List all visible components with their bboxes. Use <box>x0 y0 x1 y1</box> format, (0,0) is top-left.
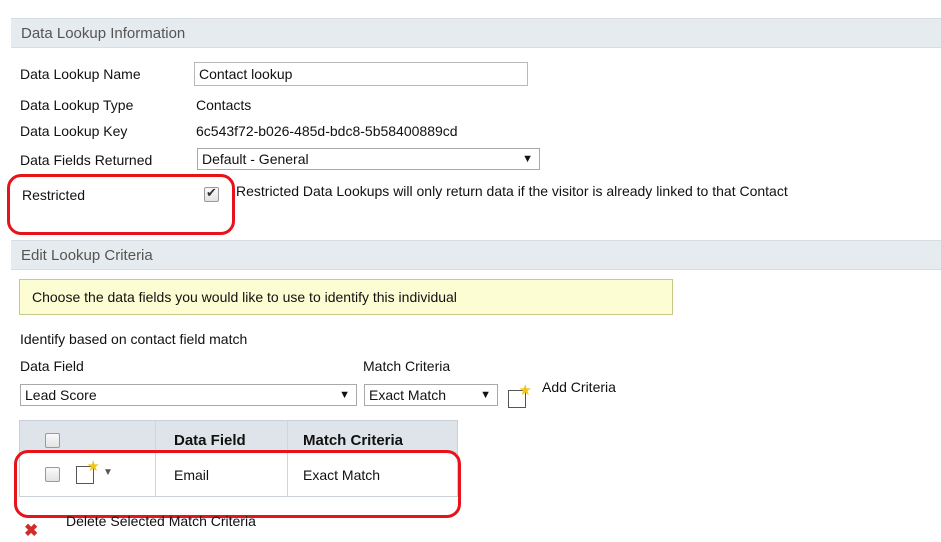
delete-icon[interactable]: ✖ <box>24 521 38 541</box>
dropdown-arrow-icon: ▼ <box>339 389 350 401</box>
data-field-select[interactable]: Lead Score ▼ <box>20 384 357 406</box>
restricted-description: Restricted Data Lookups will only return… <box>236 183 788 199</box>
table-header: Data Field Match Criteria <box>19 420 458 454</box>
delete-criteria-link[interactable]: Delete Selected Match Criteria <box>66 513 256 529</box>
note-star-icon[interactable]: ★ <box>508 382 532 408</box>
row-highlight <box>14 450 461 518</box>
add-criteria-link[interactable]: Add Criteria <box>542 379 616 395</box>
identify-label: Identify based on contact field match <box>20 331 248 347</box>
data-field-value: Lead Score <box>25 387 97 403</box>
select-all-checkbox[interactable] <box>45 433 60 448</box>
criteria-info-box: Choose the data fields you would like to… <box>19 279 673 315</box>
star-icon: ★ <box>518 382 532 399</box>
lookup-name-label: Data Lookup Name <box>20 66 141 82</box>
criteria-section-title: Edit Lookup Criteria <box>21 247 153 264</box>
info-section-header: Data Lookup Information <box>11 18 941 48</box>
match-criteria-label: Match Criteria <box>363 358 451 374</box>
dropdown-arrow-icon: ▼ <box>480 389 491 401</box>
match-criteria-select[interactable]: Exact Match ▼ <box>364 384 498 406</box>
match-criteria-value: Exact Match <box>369 387 447 403</box>
lookup-key-label: Data Lookup Key <box>20 123 128 139</box>
dropdown-arrow-icon: ▼ <box>522 153 533 165</box>
fields-returned-select[interactable]: Default - General ▼ <box>197 148 540 170</box>
criteria-info-text: Choose the data fields you would like to… <box>32 289 457 305</box>
lookup-type-value: Contacts <box>196 97 252 113</box>
restricted-highlight <box>7 174 235 235</box>
fields-returned-value: Default - General <box>202 151 309 167</box>
data-field-label: Data Field <box>20 358 84 374</box>
info-section-title: Data Lookup Information <box>21 25 186 42</box>
lookup-type-label: Data Lookup Type <box>20 97 134 113</box>
criteria-section-header: Edit Lookup Criteria <box>11 240 941 270</box>
fields-returned-label: Data Fields Returned <box>20 152 153 168</box>
lookup-key-value: 6c543f72-b026-485d-bdc8-5b58400889cd <box>196 123 458 139</box>
lookup-name-input[interactable] <box>194 62 528 86</box>
